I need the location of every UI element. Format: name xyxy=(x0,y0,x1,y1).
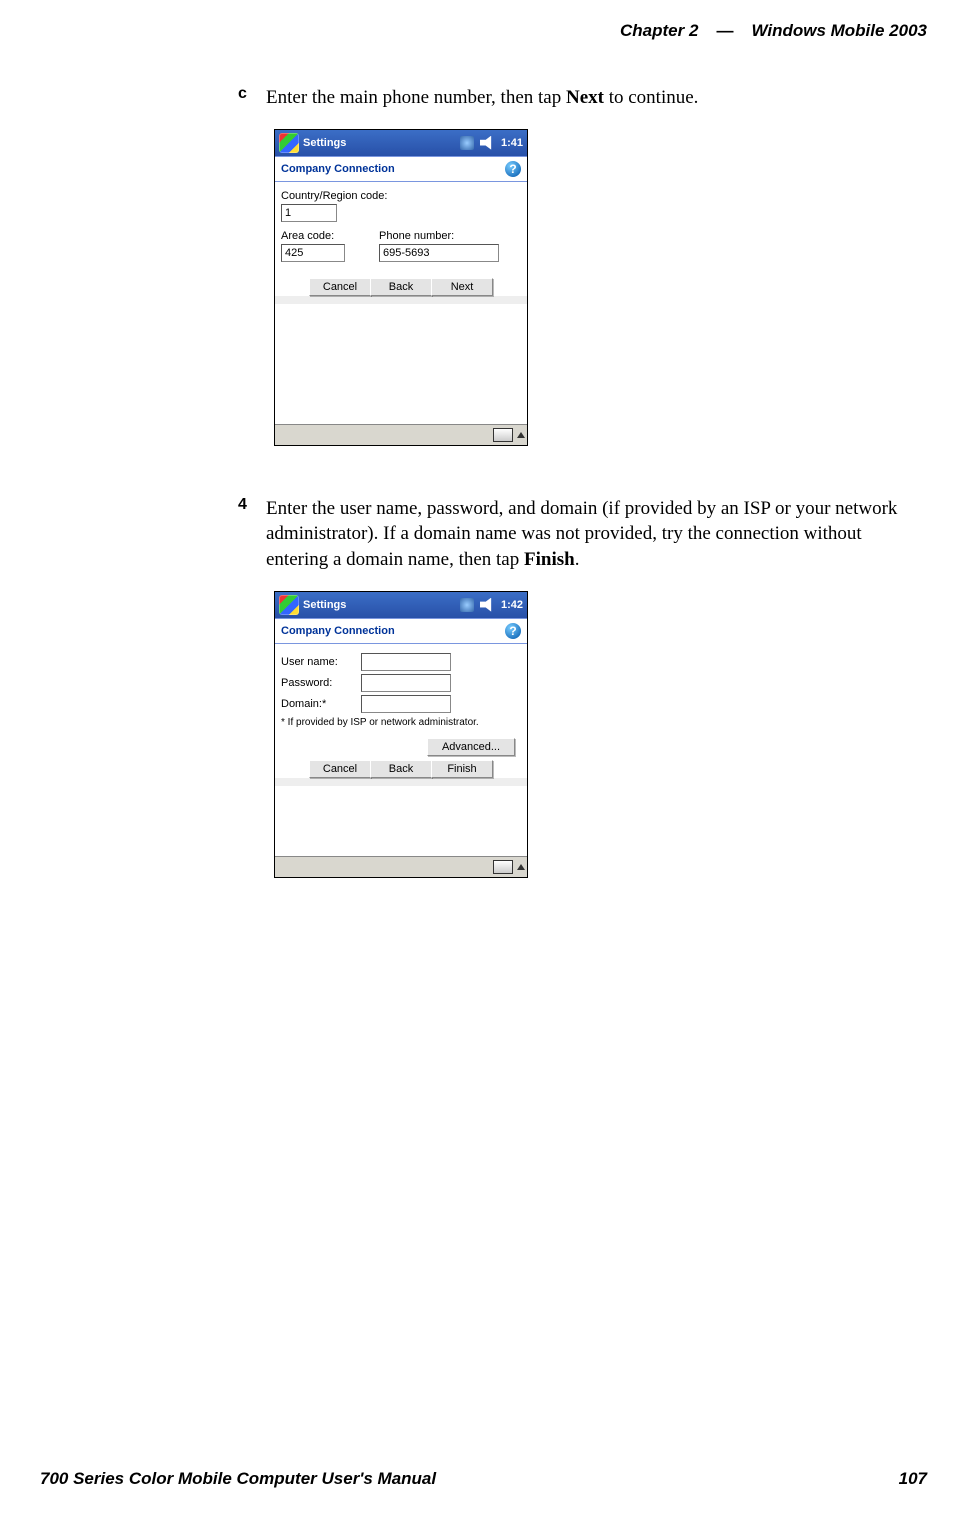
country-input[interactable]: 1 xyxy=(281,204,337,222)
step-c: c Enter the main phone number, then tap … xyxy=(238,85,918,111)
titlebar-title: Settings xyxy=(303,599,346,611)
start-icon[interactable] xyxy=(279,595,299,615)
domain-note: * If provided by ISP or network administ… xyxy=(281,717,521,728)
clock-text[interactable]: 1:41 xyxy=(501,137,523,149)
page-number: 107 xyxy=(899,1469,927,1489)
help-icon[interactable]: ? xyxy=(505,161,521,177)
page: Chapter 2 — Windows Mobile 2003 c Enter … xyxy=(0,0,967,1519)
speaker-icon[interactable] xyxy=(480,136,494,150)
start-icon[interactable] xyxy=(279,133,299,153)
step-marker: 4 xyxy=(238,496,252,573)
password-label: Password: xyxy=(281,677,361,689)
finish-button[interactable]: Finish xyxy=(431,760,493,778)
password-row: Password: xyxy=(281,674,521,692)
form-content: User name: Password: Domain:* * If provi… xyxy=(275,644,527,778)
blank-area xyxy=(275,304,527,424)
connectivity-icon[interactable] xyxy=(460,136,474,150)
sip-bar xyxy=(275,424,527,445)
form-title: Company Connection xyxy=(281,163,395,175)
page-footer: 700 Series Color Mobile Computer User's … xyxy=(40,1469,927,1489)
step-marker: c xyxy=(238,85,252,111)
back-button[interactable]: Back xyxy=(370,760,432,778)
blank-area xyxy=(275,786,527,856)
domain-row: Domain:* xyxy=(281,695,521,713)
form-2: Company Connection ? User name: Password… xyxy=(275,618,527,877)
page-header: Chapter 2 — Windows Mobile 2003 xyxy=(620,22,927,39)
form-content: Country/Region code: 1 Area code: 425 Ph… xyxy=(275,182,527,296)
form-title-bar: Company Connection ? xyxy=(275,157,527,182)
next-button[interactable]: Next xyxy=(431,278,493,296)
titlebar: Settings 1:41 xyxy=(275,130,527,156)
page-body: c Enter the main phone number, then tap … xyxy=(238,85,918,928)
form-1: Company Connection ? Country/Region code… xyxy=(275,156,527,445)
chapter-label: Chapter 2 xyxy=(620,22,698,39)
domain-label: Domain:* xyxy=(281,698,361,710)
advanced-button[interactable]: Advanced... xyxy=(427,738,515,756)
header-dash: — xyxy=(716,22,733,39)
username-row: User name: xyxy=(281,653,521,671)
advanced-row: Advanced... xyxy=(281,738,515,756)
form-title-bar: Company Connection ? xyxy=(275,619,527,644)
speaker-icon[interactable] xyxy=(480,598,494,612)
step-text: Enter the main phone number, then tap Ne… xyxy=(266,85,698,111)
help-icon[interactable]: ? xyxy=(505,623,521,639)
phone-input[interactable]: 695-5693 xyxy=(379,244,499,262)
username-label: User name: xyxy=(281,656,361,668)
sip-bar xyxy=(275,856,527,877)
phone-label: Phone number: xyxy=(379,230,499,242)
country-label: Country/Region code: xyxy=(281,190,521,202)
form-title: Company Connection xyxy=(281,625,395,637)
clock-text[interactable]: 1:42 xyxy=(501,599,523,611)
screenshot-1: Settings 1:41 Company Connection ? Count… xyxy=(274,129,528,446)
cancel-button[interactable]: Cancel xyxy=(309,760,371,778)
cancel-button[interactable]: Cancel xyxy=(309,278,371,296)
connectivity-icon[interactable] xyxy=(460,598,474,612)
header-title: Windows Mobile 2003 xyxy=(751,22,927,39)
keyboard-icon[interactable] xyxy=(493,860,513,874)
titlebar: Settings 1:42 xyxy=(275,592,527,618)
area-label: Area code: xyxy=(281,230,361,242)
back-button[interactable]: Back xyxy=(370,278,432,296)
password-input[interactable] xyxy=(361,674,451,692)
button-row: Cancel Back Finish xyxy=(281,760,521,778)
button-row: Cancel Back Next xyxy=(281,278,521,296)
chevron-up-icon[interactable] xyxy=(517,864,525,870)
titlebar-title: Settings xyxy=(303,137,346,149)
domain-input[interactable] xyxy=(361,695,451,713)
chevron-up-icon[interactable] xyxy=(517,432,525,438)
keyboard-icon[interactable] xyxy=(493,428,513,442)
step-text: Enter the user name, password, and domai… xyxy=(266,496,918,573)
step-4: 4 Enter the user name, password, and dom… xyxy=(238,496,918,573)
manual-title: 700 Series Color Mobile Computer User's … xyxy=(40,1469,436,1489)
area-input[interactable]: 425 xyxy=(281,244,345,262)
username-input[interactable] xyxy=(361,653,451,671)
screenshot-2: Settings 1:42 Company Connection ? User … xyxy=(274,591,528,878)
